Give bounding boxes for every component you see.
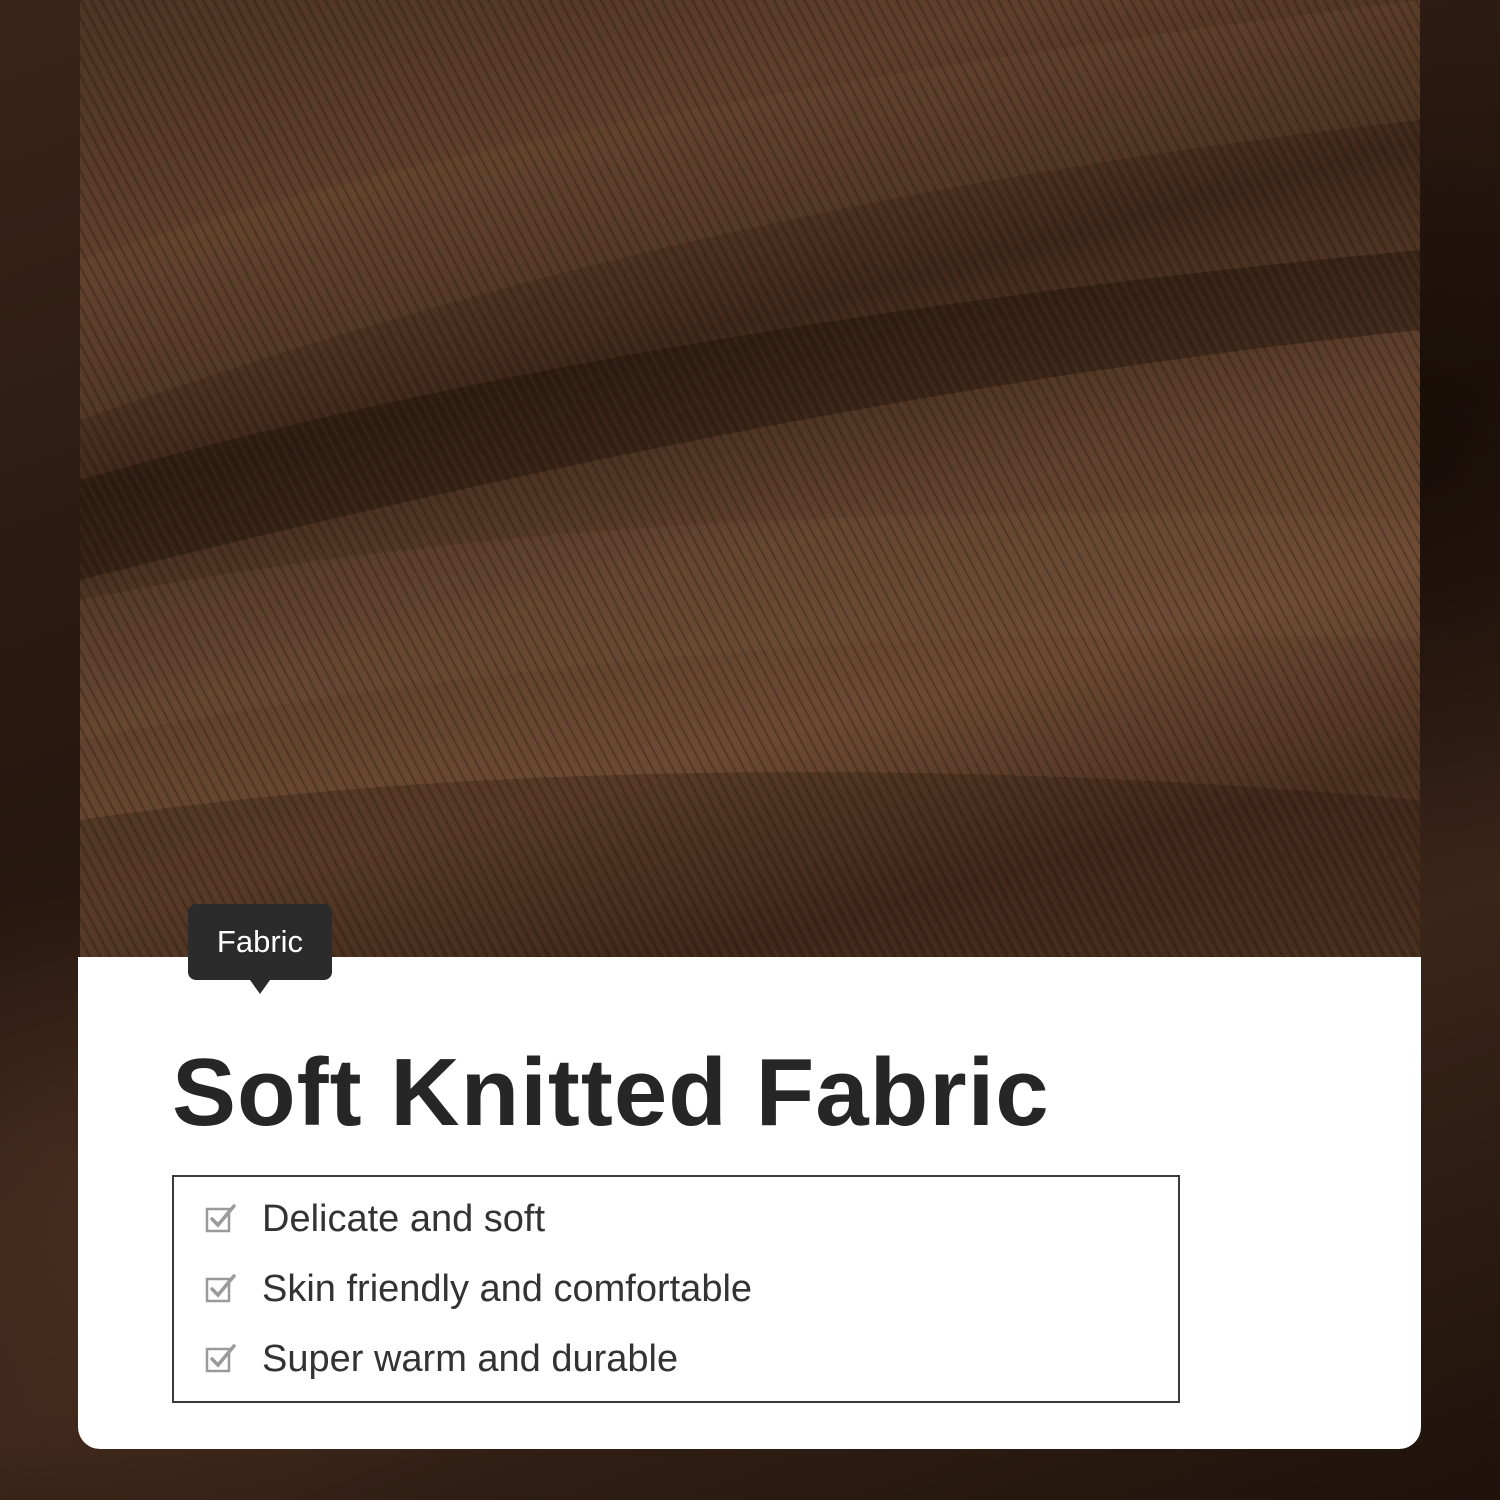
feature-label: Delicate and soft (262, 1197, 546, 1240)
checkbox-checked-icon (205, 1274, 236, 1303)
fabric-tag-label: Fabric (216, 924, 304, 959)
feature-label: Super warm and durable (262, 1337, 679, 1380)
checkbox-checked-icon (205, 1344, 236, 1373)
headline: Soft Knitted Fabric (172, 1039, 1050, 1146)
feature-item: Skin friendly and comfortable (204, 1264, 752, 1314)
checkbox-checked-icon (205, 1204, 236, 1233)
feature-item: Delicate and soft (204, 1194, 545, 1244)
feature-list: Delicate and soft Skin friendly and comf… (172, 1175, 1180, 1403)
feature-label: Skin friendly and comfortable (262, 1267, 753, 1310)
feature-item: Super warm and durable (204, 1334, 678, 1384)
fabric-closeup-image (80, 0, 1420, 958)
knit-texture (80, 0, 1420, 958)
fabric-tag: Fabric (188, 904, 332, 994)
